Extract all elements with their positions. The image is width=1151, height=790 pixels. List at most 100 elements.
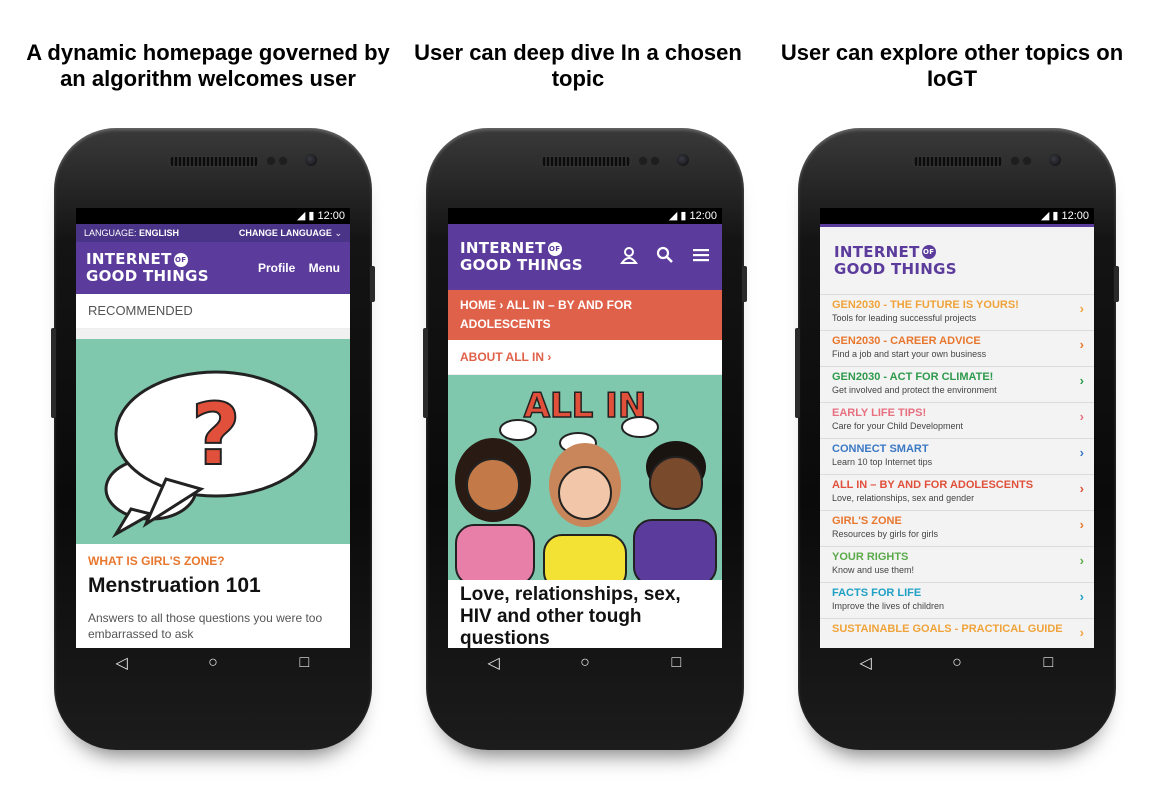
topic-hero-image: ALL IN — [448, 375, 722, 580]
topic-subtitle: Know and use them! — [832, 565, 915, 575]
menu-link[interactable]: Menu — [309, 261, 340, 275]
power-button — [370, 266, 375, 302]
topic-menu-item[interactable]: ALL IN – BY AND FOR ADOLESCENTS Love, rel… — [820, 474, 1094, 510]
home-icon[interactable]: ○ — [937, 654, 977, 672]
topic-subtitle: Resources by girls for girls — [832, 529, 939, 539]
article-eyebrow: WHAT IS GIRL'S ZONE? — [88, 554, 225, 568]
sensor — [278, 156, 288, 166]
topic-label: GEN2030 - CAREER ADVICE — [832, 335, 981, 347]
topic-menu-item[interactable]: SUSTAINABLE GOALS - PRACTICAL GUIDE › — [820, 618, 1094, 648]
power-button — [742, 266, 747, 302]
chevron-right-icon: › — [1079, 625, 1084, 640]
site-header: INTERNET OF GOOD THINGS — [448, 224, 722, 290]
about-all-in-link[interactable]: ABOUT ALL IN › — [448, 340, 722, 375]
back-icon[interactable]: ◁ — [846, 653, 886, 673]
recents-icon[interactable]: □ — [656, 654, 696, 672]
status-time: 12:00 — [689, 210, 717, 222]
back-icon[interactable]: ◁ — [102, 653, 142, 673]
iogt-logo[interactable]: INTERNET OF GOOD THINGS — [86, 251, 209, 285]
article-hero-image[interactable]: ? — [76, 339, 350, 544]
android-nav-bar: ◁ ○ □ — [820, 650, 1094, 676]
front-camera — [305, 154, 317, 166]
search-icon[interactable] — [656, 246, 674, 269]
topic-menu-item[interactable]: YOUR RIGHTS Know and use them! › — [820, 546, 1094, 582]
speaker-grille — [540, 156, 632, 167]
sensor — [1010, 156, 1020, 166]
back-icon[interactable]: ◁ — [474, 653, 514, 673]
divider — [76, 329, 350, 339]
topic-subtitle: Love, relationships, sex and gender — [832, 493, 975, 503]
hamburger-menu-icon[interactable] — [692, 246, 710, 269]
chevron-right-icon: › — [1079, 589, 1084, 604]
user-icon[interactable] — [620, 246, 638, 269]
volume-button — [795, 328, 800, 418]
sensor — [266, 156, 276, 166]
status-bar: ◢ ▮ 12:00 — [448, 208, 722, 224]
chevron-right-icon: › — [1079, 301, 1084, 316]
iogt-logo[interactable]: INTERNET OF GOOD THINGS — [834, 243, 957, 278]
topic-article-title[interactable]: Love, relationships, sex, HIV and other … — [448, 580, 722, 648]
topic-label: EARLY LIFE TIPS! — [832, 407, 927, 419]
topic-menu-item[interactable]: EARLY LIFE TIPS! Care for your Child Deve… — [820, 402, 1094, 438]
recents-icon[interactable]: □ — [1028, 654, 1068, 672]
volume-button — [423, 328, 428, 418]
status-time: 12:00 — [1061, 210, 1089, 222]
topic-label: FACTS FOR LIFE — [832, 587, 922, 599]
breadcrumb[interactable]: HOME › ALL IN – BY AND FOR ADOLESCENTS — [448, 290, 722, 340]
topic-menu-item[interactable]: CONNECT SMART Learn 10 top Internet tips › — [820, 438, 1094, 474]
topic-label: GEN2030 - ACT FOR CLIMATE! — [832, 371, 994, 383]
screen-topics-menu: ◢ ▮ 12:00 INTERNET OF GOOD THINGS GEN2030… — [820, 208, 1094, 648]
article-title[interactable]: Menstruation 101 — [76, 568, 350, 598]
iogt-logo[interactable]: INTERNET OF GOOD THINGS — [460, 240, 583, 274]
front-camera — [677, 154, 689, 166]
speaker-grille — [912, 156, 1004, 167]
profile-link[interactable]: Profile — [258, 261, 295, 275]
topic-label: SUSTAINABLE GOALS - PRACTICAL GUIDE — [832, 623, 1063, 635]
svg-text:?: ? — [191, 385, 241, 485]
speaker-grille — [168, 156, 260, 167]
language-indicator: LANGUAGE: ENGLISH — [84, 228, 180, 238]
phone-homepage: ◢ ▮ 12:00 LANGUAGE: ENGLISH CHANGE LANGU… — [51, 128, 375, 750]
caption-deep-dive: User can deep dive In a chosen topic — [414, 40, 742, 91]
status-bar: ◢ ▮ 12:00 — [820, 208, 1094, 224]
topic-menu-item[interactable]: GIRL'S ZONE Resources by girls for girls › — [820, 510, 1094, 546]
topic-menu-item[interactable]: GEN2030 - CAREER ADVICE Find a job and st… — [820, 330, 1094, 366]
chevron-right-icon: › — [1079, 445, 1084, 460]
topic-subtitle: Tools for leading successful projects — [832, 313, 977, 323]
chevron-down-icon: ⌄ — [334, 228, 342, 238]
android-nav-bar: ◁ ○ □ — [76, 650, 350, 676]
front-camera — [1049, 154, 1061, 166]
volume-button — [51, 328, 56, 418]
topic-label: ALL IN – BY AND FOR ADOLESCENTS — [832, 479, 1034, 491]
status-time: 12:00 — [317, 210, 345, 222]
topic-label: GEN2030 - THE FUTURE IS YOURS! — [832, 299, 1019, 311]
topic-subtitle: Get involved and protect the environment — [832, 385, 997, 395]
chevron-right-icon: › — [1079, 373, 1084, 388]
home-icon[interactable]: ○ — [193, 654, 233, 672]
status-bar: ◢ ▮ 12:00 — [76, 208, 350, 224]
sensor — [638, 156, 648, 166]
phone-topics-menu: ◢ ▮ 12:00 INTERNET OF GOOD THINGS GEN2030… — [795, 128, 1119, 750]
home-icon[interactable]: ○ — [565, 654, 605, 672]
recents-icon[interactable]: □ — [284, 654, 324, 672]
section-heading-recommended: RECOMMENDED — [76, 294, 350, 329]
chevron-right-icon: › — [1079, 553, 1084, 568]
topic-label: YOUR RIGHTS — [832, 551, 909, 563]
topic-menu-item[interactable]: GEN2030 - THE FUTURE IS YOURS! Tools for … — [820, 294, 1094, 330]
topic-subtitle: Improve the lives of children — [832, 601, 945, 611]
topic-list: GEN2030 - THE FUTURE IS YOURS! Tools for … — [820, 294, 1094, 648]
topic-menu-item[interactable]: GEN2030 - ACT FOR CLIMATE! Get involved a… — [820, 366, 1094, 402]
chevron-right-icon: › — [1079, 517, 1084, 532]
phone-topic: ◢ ▮ 12:00 INTERNET OF GOOD THINGS HOME › … — [423, 128, 747, 750]
topic-subtitle: Care for your Child Development — [832, 421, 964, 431]
change-language-button[interactable]: CHANGE LANGUAGE ⌄ — [239, 224, 342, 242]
topic-menu-item[interactable]: FACTS FOR LIFE Improve the lives of child… — [820, 582, 1094, 618]
chevron-right-icon: › — [1079, 337, 1084, 352]
android-nav-bar: ◁ ○ □ — [448, 650, 722, 676]
power-button — [1114, 266, 1119, 302]
topic-label: GIRL'S ZONE — [832, 515, 902, 527]
all-in-illustration: ALL IN — [455, 385, 717, 580]
chevron-right-icon: › — [1079, 409, 1084, 424]
screen-homepage: ◢ ▮ 12:00 LANGUAGE: ENGLISH CHANGE LANGU… — [76, 208, 350, 648]
topic-label: CONNECT SMART — [832, 443, 929, 455]
